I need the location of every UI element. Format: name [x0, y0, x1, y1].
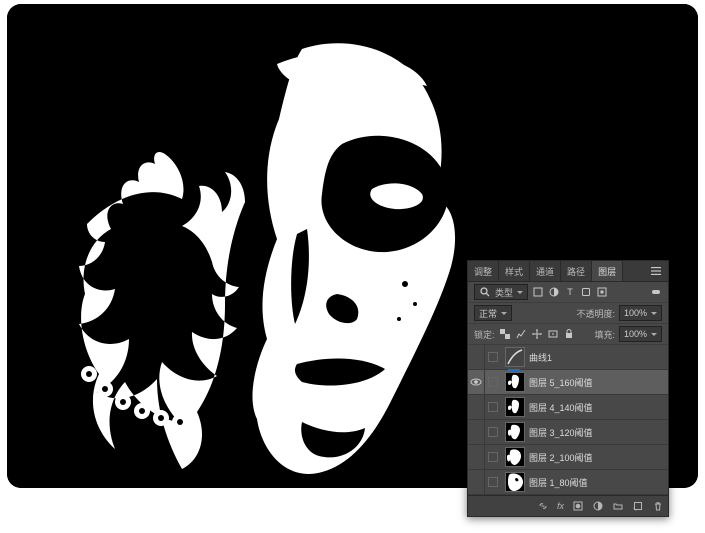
tab-styles[interactable]: 样式: [499, 261, 530, 281]
layer-name[interactable]: 图层 2_100阈值: [529, 451, 668, 464]
visibility-toggle[interactable]: [468, 345, 485, 369]
layer-thumbnail[interactable]: [505, 472, 525, 492]
layer-thumbnail[interactable]: [505, 422, 525, 442]
mask-icon[interactable]: [572, 500, 584, 512]
visibility-toggle[interactable]: [468, 470, 485, 494]
fill-label: 填充:: [594, 328, 615, 341]
tab-adjustments[interactable]: 调整: [468, 261, 499, 281]
lock-transparent-icon[interactable]: [499, 328, 511, 340]
trash-icon[interactable]: [652, 500, 664, 512]
layer-kind-label: 类型: [495, 286, 513, 299]
blend-opacity-row: 正常 不透明度: 100%: [468, 303, 668, 324]
fx-icon[interactable]: fx: [557, 501, 564, 511]
lock-position-icon[interactable]: [531, 328, 543, 340]
chevron-down-icon: [517, 291, 523, 294]
filter-type-icon[interactable]: T: [564, 286, 576, 298]
lock-fill-row: 锁定: 填充: 100%: [468, 324, 668, 345]
panel-menu-icon[interactable]: [644, 261, 668, 281]
fill-value[interactable]: 100%: [619, 326, 662, 342]
panel-footer: fx: [468, 495, 668, 516]
link-slot[interactable]: [485, 470, 501, 494]
layers-panel: 调整 样式 通道 路径 图层 类型 T 正常 不透明度:: [467, 260, 669, 517]
filter-pixel-icon[interactable]: [532, 286, 544, 298]
layer-row[interactable]: 图层 1_80阈值: [468, 470, 668, 495]
layer-name[interactable]: 图层 4_140阈值: [529, 401, 668, 414]
layer-row[interactable]: 图层 2_100阈值: [468, 445, 668, 470]
link-slot[interactable]: [485, 445, 501, 469]
layer-thumbnail[interactable]: [505, 372, 525, 392]
panel-tabs: 调整 样式 通道 路径 图层: [468, 261, 668, 282]
visibility-toggle[interactable]: [468, 395, 485, 419]
opacity-label: 不透明度:: [576, 307, 615, 320]
opacity-value[interactable]: 100%: [619, 305, 662, 321]
link-icon[interactable]: [537, 500, 549, 512]
filter-toggle-icon[interactable]: [650, 286, 662, 298]
filter-shape-icon[interactable]: [580, 286, 592, 298]
layer-name[interactable]: 图层 1_80阈值: [529, 476, 668, 489]
link-slot[interactable]: [485, 370, 501, 394]
svg-text:T: T: [567, 287, 573, 297]
lock-artboard-icon[interactable]: [547, 328, 559, 340]
link-slot[interactable]: [485, 345, 501, 369]
layer-search[interactable]: 类型: [474, 284, 528, 300]
eye-icon: [470, 376, 482, 388]
filter-adjust-icon[interactable]: [548, 286, 560, 298]
new-icon[interactable]: [632, 500, 644, 512]
lock-label: 锁定:: [474, 328, 495, 341]
layer-thumbnail[interactable]: [505, 347, 525, 367]
filter-smart-icon[interactable]: [596, 286, 608, 298]
layer-filter-icons: T: [532, 286, 608, 298]
tab-paths[interactable]: 路径: [561, 261, 592, 281]
tab-channels[interactable]: 通道: [530, 261, 561, 281]
layer-row[interactable]: 图层 5_160阈值: [468, 370, 668, 395]
layer-thumbnail[interactable]: [505, 447, 525, 467]
layer-name[interactable]: 图层 3_120阈值: [529, 426, 668, 439]
search-icon: [479, 286, 491, 298]
layer-thumbnail[interactable]: [505, 397, 525, 417]
link-slot[interactable]: [485, 420, 501, 444]
layers-list: 曲线1 图层 5_160阈值 图层 4_140阈值: [468, 345, 668, 495]
layer-row[interactable]: 图层 4_140阈值: [468, 395, 668, 420]
layer-filter-row: 类型 T: [468, 282, 668, 303]
layer-row[interactable]: 曲线1: [468, 345, 668, 370]
link-slot[interactable]: [485, 395, 501, 419]
blend-mode-dropdown[interactable]: 正常: [474, 305, 512, 321]
layer-row[interactable]: 图层 3_120阈值: [468, 420, 668, 445]
adjust-icon[interactable]: [592, 500, 604, 512]
layer-name[interactable]: 曲线1: [529, 351, 668, 364]
visibility-toggle[interactable]: [468, 420, 485, 444]
adjustment-indicator: [508, 369, 520, 371]
visibility-toggle[interactable]: [468, 370, 485, 394]
layer-name[interactable]: 图层 5_160阈值: [529, 376, 668, 389]
lock-all-icon[interactable]: [563, 328, 575, 340]
visibility-toggle[interactable]: [468, 445, 485, 469]
tab-layers[interactable]: 图层: [592, 261, 623, 281]
lock-brush-icon[interactable]: [515, 328, 527, 340]
group-icon[interactable]: [612, 500, 624, 512]
